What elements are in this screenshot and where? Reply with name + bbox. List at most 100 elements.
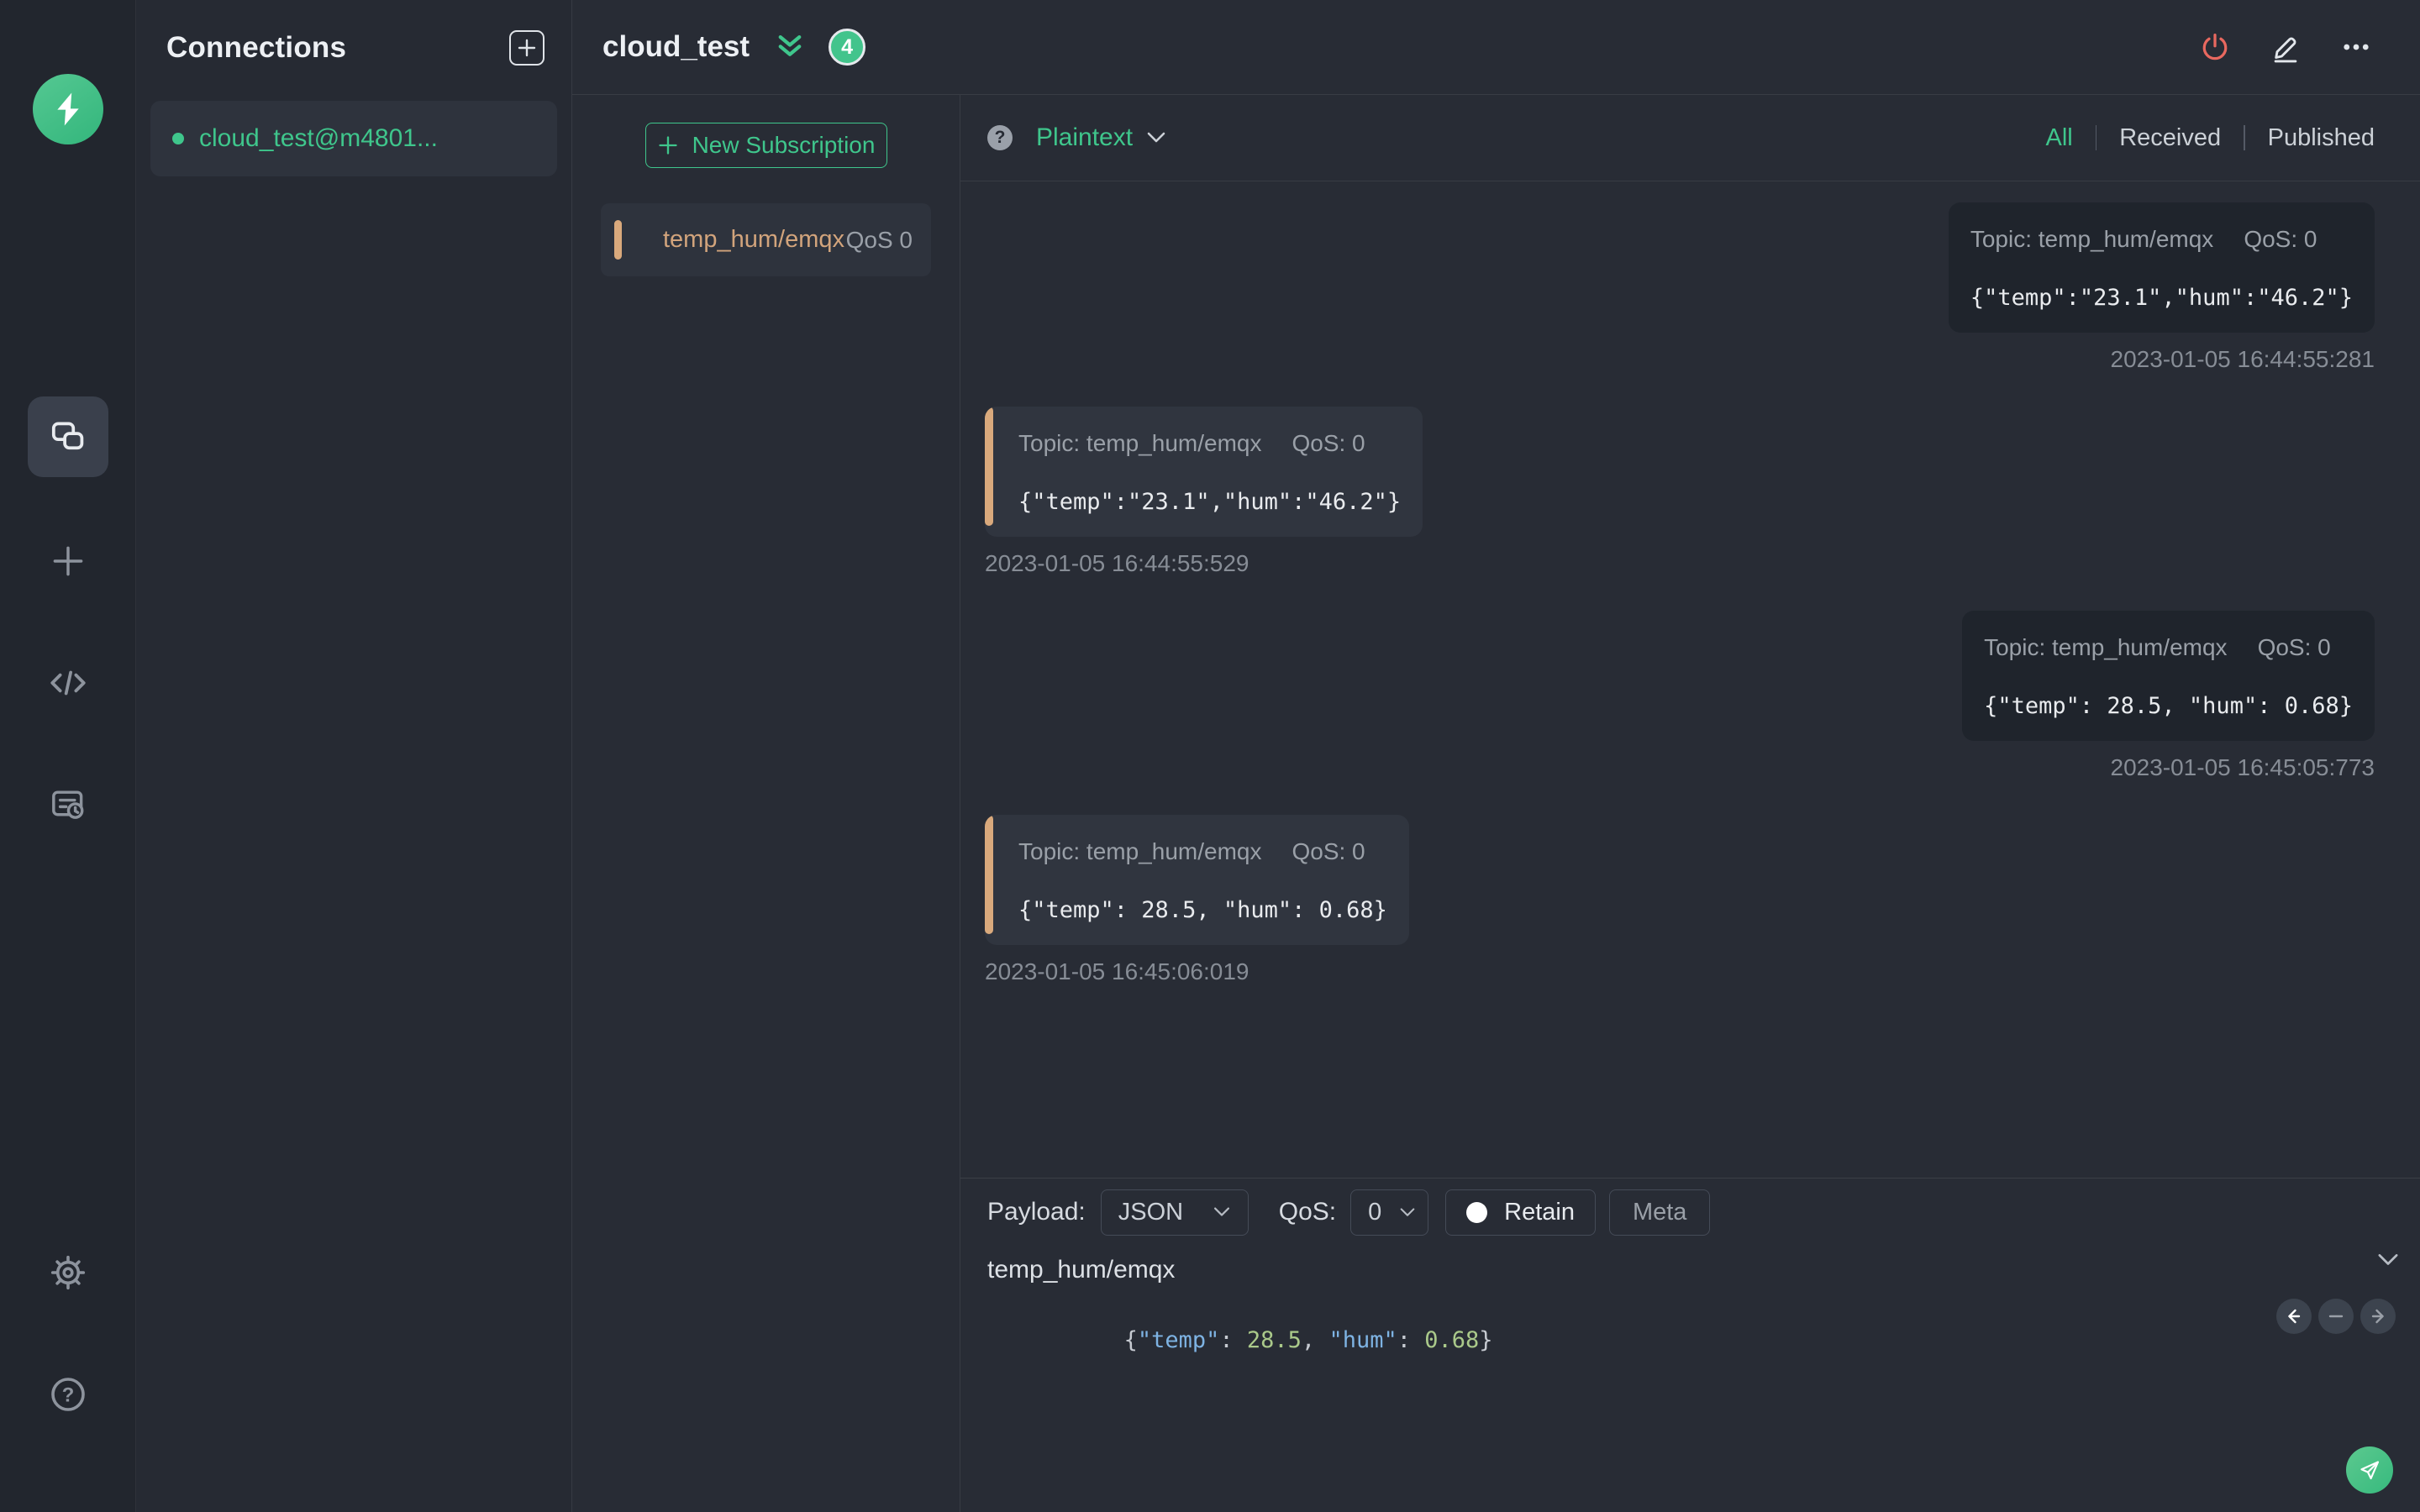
plus-icon <box>53 546 82 576</box>
meta-button[interactable]: Meta <box>1608 1189 1711 1236</box>
message-bubble: Topic: temp_hum/emqx QoS: 0 {"temp": 28.… <box>985 815 1409 945</box>
history-next-button[interactable] <box>2360 1299 2396 1334</box>
rail-new-connection-button[interactable] <box>47 540 89 582</box>
message-qos: QoS: 0 <box>1292 838 1365 864</box>
message-list: Topic: temp_hum/emqx QoS: 0 {"temp":"23.… <box>960 181 2420 1178</box>
message-timestamp: 2023-01-05 16:45:05:773 <box>2110 754 2375 780</box>
publish-payload-line: {"temp": 28.5, "hum": 0.68} <box>1123 1327 1493 1353</box>
qos-value: 0 <box>1368 1198 1382 1226</box>
message-bubble: Topic: temp_hum/emqx QoS: 0 {"temp":"23.… <box>985 407 1423 537</box>
connection-item[interactable]: cloud_test@m4801... <box>150 101 557 176</box>
connections-panel: Connections cloud_test@m4801... <box>136 0 572 1512</box>
rail-help-button[interactable]: ? <box>48 1374 88 1415</box>
chevron-down-icon[interactable] <box>1146 131 1166 144</box>
power-icon <box>2202 34 2228 60</box>
content-row: New Subscription temp_hum/emqx QoS 0 ? P… <box>572 95 2420 1512</box>
collapse-publish-icon[interactable] <box>2376 1252 2400 1268</box>
format-dropdown[interactable]: Plaintext <box>1036 123 1133 152</box>
message-meta: Topic: temp_hum/emqx QoS: 0 <box>1018 430 1401 457</box>
subscription-topic: temp_hum/emqx <box>663 226 844 253</box>
message-bubble: Topic: temp_hum/emqx QoS: 0 {"temp": 28.… <box>1962 611 2375 741</box>
retain-label: Retain <box>1504 1198 1575 1226</box>
connection-title: cloud_test <box>602 30 750 63</box>
rail-log-button[interactable] <box>47 784 89 826</box>
subscription-color-bar <box>614 220 622 260</box>
subscriptions-column: New Subscription temp_hum/emqx QoS 0 <box>572 95 960 1512</box>
new-subscription-button[interactable]: New Subscription <box>644 123 887 168</box>
subscription-qos: QoS 0 <box>845 226 913 253</box>
connection-name: cloud_test@m4801... <box>199 124 438 152</box>
add-connection-button[interactable] <box>509 30 544 66</box>
message-published: Topic: temp_hum/emqx QoS: 0 {"temp": 28.… <box>1962 611 2375 781</box>
filter-separator <box>2095 125 2097 150</box>
message-color-bar <box>985 407 993 526</box>
filter-published[interactable]: Published <box>2268 124 2375 152</box>
message-topic: Topic: temp_hum/emqx <box>1984 634 2228 660</box>
message-topic: Topic: temp_hum/emqx <box>1018 430 1262 456</box>
qos-label: QoS: <box>1278 1198 1337 1226</box>
disconnect-button[interactable] <box>2198 30 2232 64</box>
message-qos: QoS: 0 <box>2257 634 2331 660</box>
filter-separator <box>2244 125 2245 150</box>
message-bubble: Topic: temp_hum/emqx QoS: 0 {"temp":"23.… <box>1948 202 2375 333</box>
message-payload: {"temp":"23.1","hum":"46.2"} <box>1018 489 1402 515</box>
qos-select[interactable]: 0 <box>1350 1189 1429 1236</box>
message-topic: Topic: temp_hum/emqx <box>1970 226 2214 252</box>
message-timestamp: 2023-01-05 16:45:06:019 <box>985 958 1249 984</box>
publish-panel: Payload: JSON QoS: 0 Retain Meta temp_hu… <box>960 1178 2420 1512</box>
publish-payload-editor[interactable]: {"temp": 28.5, "hum": 0.68} <box>960 1289 2420 1512</box>
filter-all[interactable]: All <box>2045 124 2072 152</box>
message-payload: {"temp": 28.5, "hum": 0.68} <box>1018 897 1387 923</box>
message-published: Topic: temp_hum/emqx QoS: 0 {"temp":"23.… <box>1948 202 2375 373</box>
payload-format-label: Payload: <box>987 1198 1086 1226</box>
connection-status-dot <box>172 133 184 144</box>
new-subscription-label: New Subscription <box>692 132 876 158</box>
subscription-item[interactable]: temp_hum/emqx QoS 0 <box>601 203 931 276</box>
more-options-button[interactable] <box>2339 30 2373 64</box>
message-color-bar <box>985 815 993 934</box>
payload-format-select[interactable]: JSON <box>1100 1189 1249 1236</box>
payload-history-nav <box>2276 1299 2396 1334</box>
edit-connection-button[interactable] <box>2269 30 2302 64</box>
message-filters: All Received Published <box>2045 124 2375 152</box>
connections-title: Connections <box>166 31 347 64</box>
double-chevron-down-icon <box>778 35 802 56</box>
send-button[interactable] <box>2346 1446 2393 1494</box>
message-qos: QoS: 0 <box>2244 226 2317 252</box>
message-meta: Topic: temp_hum/emqx QoS: 0 <box>1018 838 1387 865</box>
publish-controls: Payload: JSON QoS: 0 Retain Meta <box>987 1189 2420 1236</box>
chevron-down-icon <box>1399 1207 1416 1218</box>
message-timestamp: 2023-01-05 16:44:55:281 <box>2110 346 2375 372</box>
format-help-icon[interactable]: ? <box>987 125 1013 150</box>
message-qos: QoS: 0 <box>1292 430 1365 456</box>
retain-toggle[interactable]: Retain <box>1445 1189 1596 1236</box>
log-icon <box>51 790 83 819</box>
arrow-right-icon <box>2371 1309 2384 1324</box>
messages-toolbar: ? Plaintext All Received Published <box>960 95 2420 181</box>
gear-icon <box>50 1255 85 1290</box>
message-topic: Topic: temp_hum/emqx <box>1018 838 1262 864</box>
main-area: cloud_test 4 New Subscription temp_hum/e… <box>572 0 2420 1512</box>
history-prev-button[interactable] <box>2276 1299 2312 1334</box>
rail-connections-button[interactable] <box>27 396 108 477</box>
filter-received[interactable]: Received <box>2119 124 2221 152</box>
collapse-connection-icon[interactable] <box>773 33 807 61</box>
help-icon: ? <box>50 1378 85 1411</box>
mqttx-bolt-icon <box>57 92 79 126</box>
arrow-left-icon <box>2288 1309 2301 1324</box>
plus-icon <box>518 39 536 57</box>
message-meta: Topic: temp_hum/emqx QoS: 0 <box>1984 634 2353 661</box>
history-current-button[interactable] <box>2318 1299 2354 1334</box>
ellipsis-icon <box>2344 44 2369 50</box>
rail-script-button[interactable] <box>47 662 89 704</box>
minus-icon <box>2328 1315 2344 1318</box>
message-timestamp: 2023-01-05 16:44:55:529 <box>985 550 1249 576</box>
publish-topic-input[interactable]: temp_hum/emqx <box>987 1251 2336 1289</box>
rail-settings-button[interactable] <box>48 1252 88 1293</box>
meta-label: Meta <box>1632 1198 1687 1226</box>
plus-icon <box>658 136 677 155</box>
retain-dot-icon <box>1466 1201 1488 1223</box>
icon-rail: ? <box>0 0 136 1512</box>
mqttx-logo <box>33 74 103 144</box>
code-icon <box>50 670 86 696</box>
